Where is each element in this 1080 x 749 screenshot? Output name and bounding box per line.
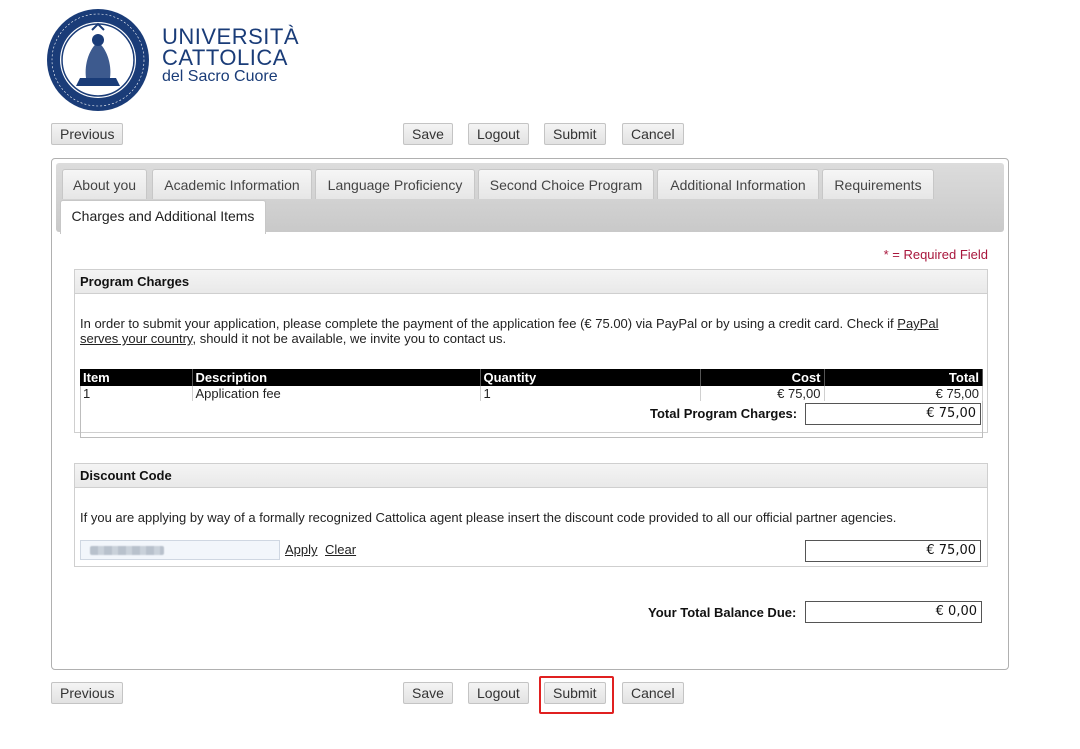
cell-item: 1: [80, 386, 193, 401]
save-button[interactable]: Save: [403, 682, 453, 704]
tab-academic-information[interactable]: Academic Information: [152, 169, 312, 199]
serves-country-link[interactable]: serves your country: [80, 331, 192, 346]
cell-description: Application fee: [192, 386, 481, 401]
submit-button[interactable]: Submit: [544, 123, 606, 145]
university-wordmark: UNIVERSITÀ CATTOLICA del Sacro Cuore: [162, 26, 299, 86]
cell-total: € 75,00: [824, 386, 983, 401]
redacted-code: [90, 546, 164, 555]
previous-button[interactable]: Previous: [51, 123, 124, 145]
logout-button[interactable]: Logout: [468, 123, 529, 145]
total-balance-label: Your Total Balance Due:: [648, 605, 797, 620]
logout-button[interactable]: Logout: [468, 682, 529, 704]
column-header-quantity: Quantity: [480, 369, 701, 386]
tab-strip: About you Academic Information Language …: [56, 163, 1004, 234]
required-field-note: * = Required Field: [883, 247, 988, 262]
tab-about-you[interactable]: About you: [62, 169, 147, 199]
tab-additional-information[interactable]: Additional Information: [657, 169, 819, 199]
charges-table: Item Description Quantity Cost Total 1 A…: [80, 369, 983, 401]
previous-button[interactable]: Previous: [51, 682, 124, 704]
top-toolbar: Previous Save Logout Submit Cancel: [51, 123, 1009, 149]
tab-charges-and-additional-items[interactable]: Charges and Additional Items: [60, 200, 266, 234]
cell-cost: € 75,00: [700, 386, 825, 401]
site-header: UNIVERSITÀ CATTOLICA del Sacro Cuore: [46, 8, 306, 112]
cell-quantity: 1: [480, 386, 701, 401]
program-charges-section: Program Charges In order to submit your …: [74, 269, 988, 438]
tab-second-choice-program[interactable]: Second Choice Program: [478, 169, 654, 199]
submit-button[interactable]: Submit: [544, 682, 606, 704]
clear-link[interactable]: Clear: [325, 542, 356, 557]
bottom-toolbar: Previous Save Logout Submit Cancel: [51, 676, 1009, 714]
university-seal-icon: [47, 9, 149, 111]
table-row: 1 Application fee 1 € 75,00 € 75,00: [80, 386, 983, 401]
discount-code-text: If you are applying by way of a formally…: [80, 510, 897, 525]
logo-line-3: del Sacro Cuore: [162, 68, 278, 85]
program-charges-intro: In order to submit your application, ple…: [80, 316, 985, 346]
save-button[interactable]: Save: [403, 123, 453, 145]
total-program-charges-label: Total Program Charges:: [650, 406, 798, 421]
cancel-button[interactable]: Cancel: [622, 123, 684, 145]
total-balance-value: € 0,00: [805, 601, 982, 623]
cancel-button[interactable]: Cancel: [622, 682, 684, 704]
paypal-link[interactable]: PayPal: [897, 316, 938, 331]
discount-code-title: Discount Code: [75, 464, 987, 488]
tab-requirements[interactable]: Requirements: [822, 169, 934, 199]
column-header-description: Description: [192, 369, 481, 386]
intro-text-1: In order to submit your application, ple…: [80, 316, 898, 331]
column-header-total: Total: [824, 369, 983, 386]
apply-link[interactable]: Apply: [285, 542, 318, 557]
column-header-cost: Cost: [700, 369, 825, 386]
program-charges-title: Program Charges: [75, 270, 987, 294]
logo-line-1: UNIVERSITÀ: [162, 24, 300, 49]
intro-text-2: , should it not be available, we invite …: [192, 331, 507, 346]
discount-code-section: Discount Code If you are applying by way…: [74, 463, 988, 567]
tab-language-proficiency[interactable]: Language Proficiency: [315, 169, 475, 199]
total-program-charges-value: € 75,00: [805, 403, 981, 425]
logo-line-2: CATTOLICA: [162, 45, 288, 70]
discount-amount-value: € 75,00: [805, 540, 981, 562]
column-header-item: Item: [80, 369, 193, 386]
discount-code-input[interactable]: [80, 540, 280, 560]
application-panel: About you Academic Information Language …: [51, 158, 1009, 670]
